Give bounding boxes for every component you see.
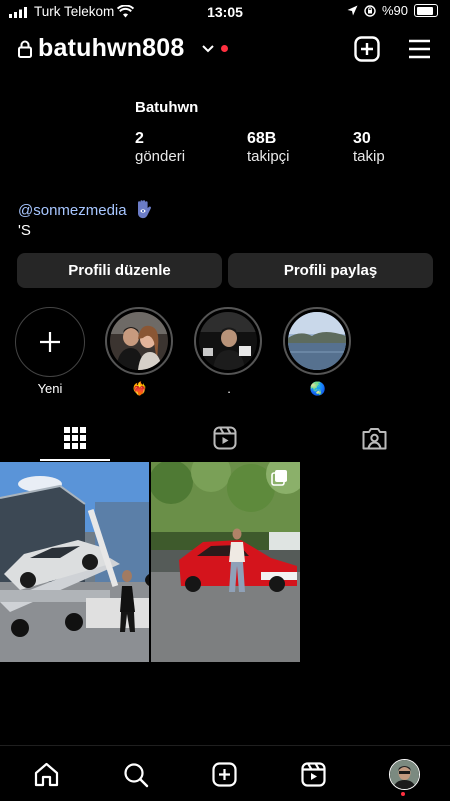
home-icon[interactable] (34, 762, 59, 787)
stat-followers[interactable]: 68B takipçi (247, 130, 290, 165)
tagged-icon[interactable] (362, 426, 387, 450)
create-post-icon[interactable] (212, 762, 237, 787)
highlight-lake[interactable] (283, 307, 351, 375)
highlight-car-interior[interactable] (194, 307, 262, 375)
menu-icon[interactable] (408, 39, 431, 59)
battery-percent: %90 (381, 3, 408, 18)
bio-text: 'S (18, 222, 31, 239)
red-bmw-photo (151, 462, 300, 662)
grid-icon[interactable] (64, 427, 86, 449)
location-arrow-icon (347, 5, 358, 16)
rotation-lock-icon (364, 4, 376, 17)
highlight-label-couple: ❤️‍🔥 (131, 381, 149, 396)
new-highlight-button[interactable] (15, 307, 85, 377)
active-tab-indicator (40, 459, 110, 461)
highlight-label-car: . (227, 381, 231, 396)
share-profile-button[interactable]: Profili paylaş (228, 253, 433, 288)
edit-profile-button[interactable]: Profili düzenle (17, 253, 222, 288)
post-tow-truck[interactable] (0, 462, 149, 662)
car-interior-photo (199, 312, 257, 370)
highlight-label-new: Yeni (37, 381, 63, 396)
search-icon[interactable] (123, 762, 149, 788)
lake-photo (288, 312, 346, 370)
plus-icon (40, 332, 60, 352)
post-red-bmw[interactable] (151, 462, 300, 662)
reels-tab-icon[interactable] (213, 426, 237, 450)
bottom-navigation (0, 745, 450, 801)
hamsa-icon (138, 200, 152, 219)
create-icon[interactable] (354, 36, 380, 62)
profile-avatar[interactable] (389, 759, 420, 790)
lock-icon (18, 40, 32, 58)
battery-icon (414, 4, 438, 17)
display-name: Batuhwn (135, 99, 199, 116)
stat-following[interactable]: 30 takip (353, 130, 385, 165)
highlight-label-lake: 🌏 (309, 381, 327, 396)
highlight-couple[interactable] (105, 307, 173, 375)
notification-dot (221, 45, 228, 52)
couple-photo (110, 312, 168, 370)
bio-mention-link[interactable]: @sonmezmedia (18, 202, 127, 219)
chevron-down-icon[interactable] (202, 45, 214, 53)
status-bar: Turk Telekom 13:05 %90 (0, 0, 450, 24)
reels-icon[interactable] (301, 762, 326, 787)
username[interactable]: batuhwn808 (38, 34, 184, 63)
profile-notification-dot (401, 792, 405, 796)
tow-truck-photo (0, 462, 149, 662)
stat-posts[interactable]: 2 gönderi (135, 130, 185, 165)
